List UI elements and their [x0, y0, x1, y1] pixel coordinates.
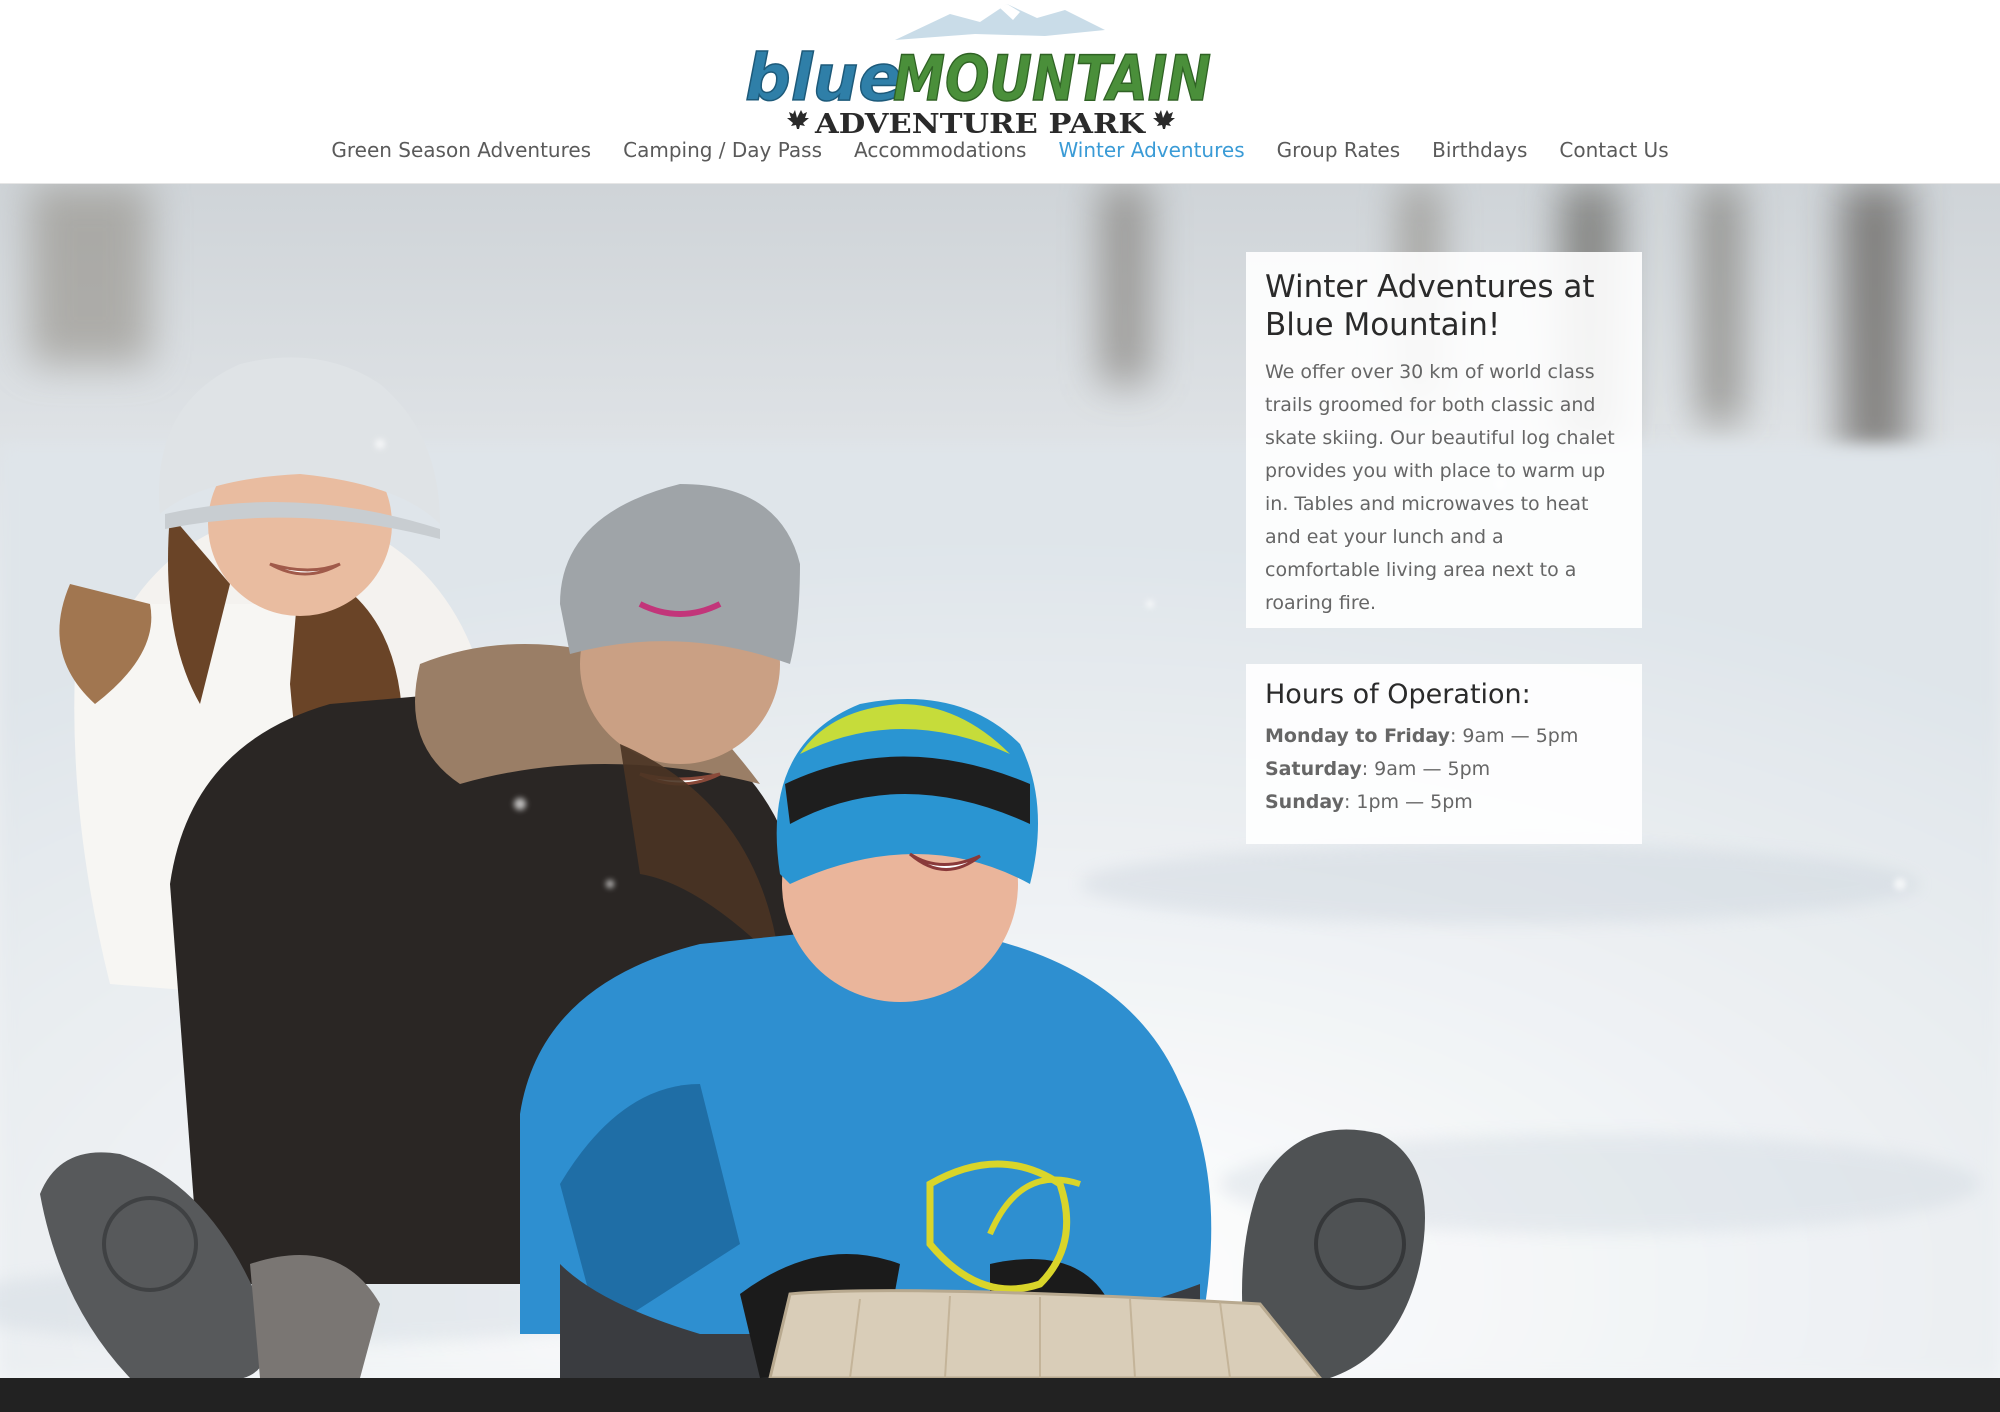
hours-card: Hours of Operation: Monday to Friday: 9a…	[1246, 664, 1642, 844]
hours-time: : 1pm — 5pm	[1343, 791, 1473, 813]
photo-kids-sledding-in-snow	[0, 184, 2000, 1378]
hero-section: Winter Adventures at Blue Mountain! We o…	[0, 184, 2000, 1378]
hours-time: : 9am — 5pm	[1449, 725, 1579, 747]
intro-card: Winter Adventures at Blue Mountain! We o…	[1246, 252, 1642, 628]
nav-item-camping-day-pass[interactable]: Camping / Day Pass	[623, 134, 822, 170]
hours-day-label: Sunday	[1265, 791, 1344, 813]
nav-item-group-rates[interactable]: Group Rates	[1277, 134, 1401, 170]
nav-item-birthdays[interactable]: Birthdays	[1432, 134, 1527, 170]
hours-day-label: Monday to Friday	[1265, 725, 1450, 747]
site-logo[interactable]: blue MOUNTAIN ADVENTURE PARK	[744, 0, 1215, 140]
footer-bar	[0, 1378, 2000, 1412]
logo-word-mountain: MOUNTAIN	[893, 42, 1211, 115]
hours-row-weekdays: Monday to Friday: 9am — 5pm	[1265, 720, 1624, 753]
hours-title: Hours of Operation:	[1265, 679, 1531, 710]
site-header: blue MOUNTAIN ADVENTURE PARK Green Seaso…	[0, 0, 2000, 184]
hours-row-sunday: Sunday: 1pm — 5pm	[1265, 786, 1624, 819]
logo-word-blue: blue	[745, 42, 902, 116]
logo-graphic: blue MOUNTAIN ADVENTURE PARK	[744, 4, 1212, 140]
nav-item-contact-us[interactable]: Contact Us	[1559, 134, 1668, 170]
intro-body: We offer over 30 km of world class trail…	[1265, 361, 1615, 614]
main-navigation: Green Season Adventures Camping / Day Pa…	[0, 134, 2000, 170]
nav-item-accommodations[interactable]: Accommodations	[854, 134, 1026, 170]
hours-list: Monday to Friday: 9am — 5pm Saturday: 9a…	[1265, 720, 1624, 819]
hours-day-label: Saturday	[1265, 758, 1362, 780]
page: blue MOUNTAIN ADVENTURE PARK Green Seaso…	[0, 0, 2000, 1412]
hours-row-saturday: Saturday: 9am — 5pm	[1265, 753, 1624, 786]
hours-time: : 9am — 5pm	[1361, 758, 1491, 780]
intro-title: Winter Adventures at Blue Mountain!	[1265, 269, 1595, 343]
nav-item-winter-adventures[interactable]: Winter Adventures	[1058, 134, 1244, 170]
nav-item-green-season-adventures[interactable]: Green Season Adventures	[331, 134, 591, 170]
